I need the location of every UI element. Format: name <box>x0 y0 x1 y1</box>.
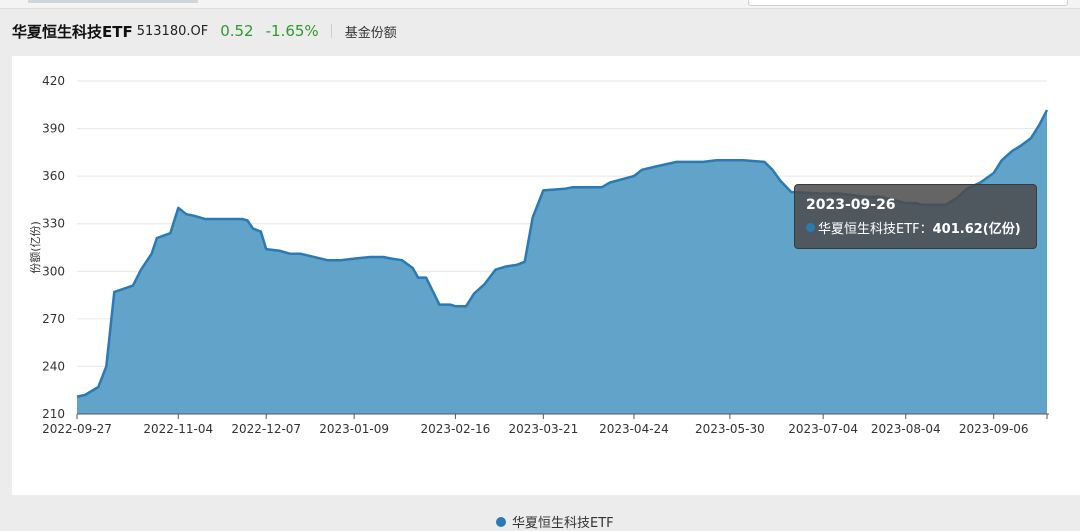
top-strip <box>0 0 1080 9</box>
tooltip-row: 华夏恒生科技ETF： 401.62(亿份) <box>806 218 1036 237</box>
x-tick-label: 2023-04-24 <box>599 422 669 436</box>
legend-label: 华夏恒生科技ETF <box>512 516 614 531</box>
fund-header: 华夏恒生科技ETF 513180.OF 0.52 -1.65% 基金份额 <box>0 16 1080 46</box>
y-tick-label: 270 <box>42 312 65 326</box>
y-tick-label: 420 <box>42 74 65 88</box>
y-tick-label: 360 <box>42 169 65 183</box>
tooltip-series-label: 华夏恒生科技ETF： <box>818 222 933 237</box>
x-tick-label: 2023-07-04 <box>788 422 858 436</box>
fund-name: 华夏恒生科技ETF <box>12 22 133 41</box>
metric-label: 基金份额 <box>344 25 397 41</box>
header-divider <box>330 24 332 38</box>
tooltip-date: 2023-09-26 <box>806 197 896 213</box>
y-tick-label: 210 <box>42 407 65 421</box>
series-area <box>77 110 1047 414</box>
x-tick-label: 2022-09-27 <box>42 422 112 436</box>
fund-price: 0.52 <box>220 22 254 40</box>
fund-change: -1.65% <box>265 22 319 40</box>
x-tick-label: 2022-12-07 <box>231 422 301 436</box>
tooltip-series-dot <box>806 223 815 232</box>
chart-panel: 210 240 270 300 330 360 390 420 份额(亿份) 2022-09-27… <box>12 56 1080 531</box>
fund-code: 513180.OF <box>136 23 209 39</box>
y-tick-label: 390 <box>42 122 65 136</box>
x-tick-label: 2023-03-21 <box>508 422 578 436</box>
y-tick-label: 240 <box>42 359 65 373</box>
tooltip-value: 401.62(亿份) <box>932 222 1021 237</box>
search-box[interactable] <box>748 0 1068 6</box>
active-tab-indicator[interactable] <box>28 0 198 3</box>
chart-legend[interactable]: 华夏恒生科技ETF <box>496 512 614 531</box>
x-tick-label: 2023-08-04 <box>871 422 941 436</box>
chart-tooltip: 2023-09-26 华夏恒生科技ETF： 401.62(亿份) <box>794 184 1037 249</box>
y-axis-label: 份额(亿份) <box>29 221 42 274</box>
y-tick-label: 330 <box>42 217 65 231</box>
x-tick-label: 2023-02-16 <box>421 422 491 436</box>
x-tick-label: 2023-09-06 <box>959 422 1029 436</box>
x-tick-label: 2023-05-30 <box>695 422 765 436</box>
x-tick-label: 2023-01-09 <box>319 422 389 436</box>
y-tick-label: 300 <box>42 264 65 278</box>
share-area-chart[interactable]: 210 240 270 300 330 360 390 420 份额(亿份) 2022-09-27… <box>12 56 1080 495</box>
legend-dot <box>496 516 506 527</box>
x-tick-label: 2022-11-04 <box>143 422 213 436</box>
